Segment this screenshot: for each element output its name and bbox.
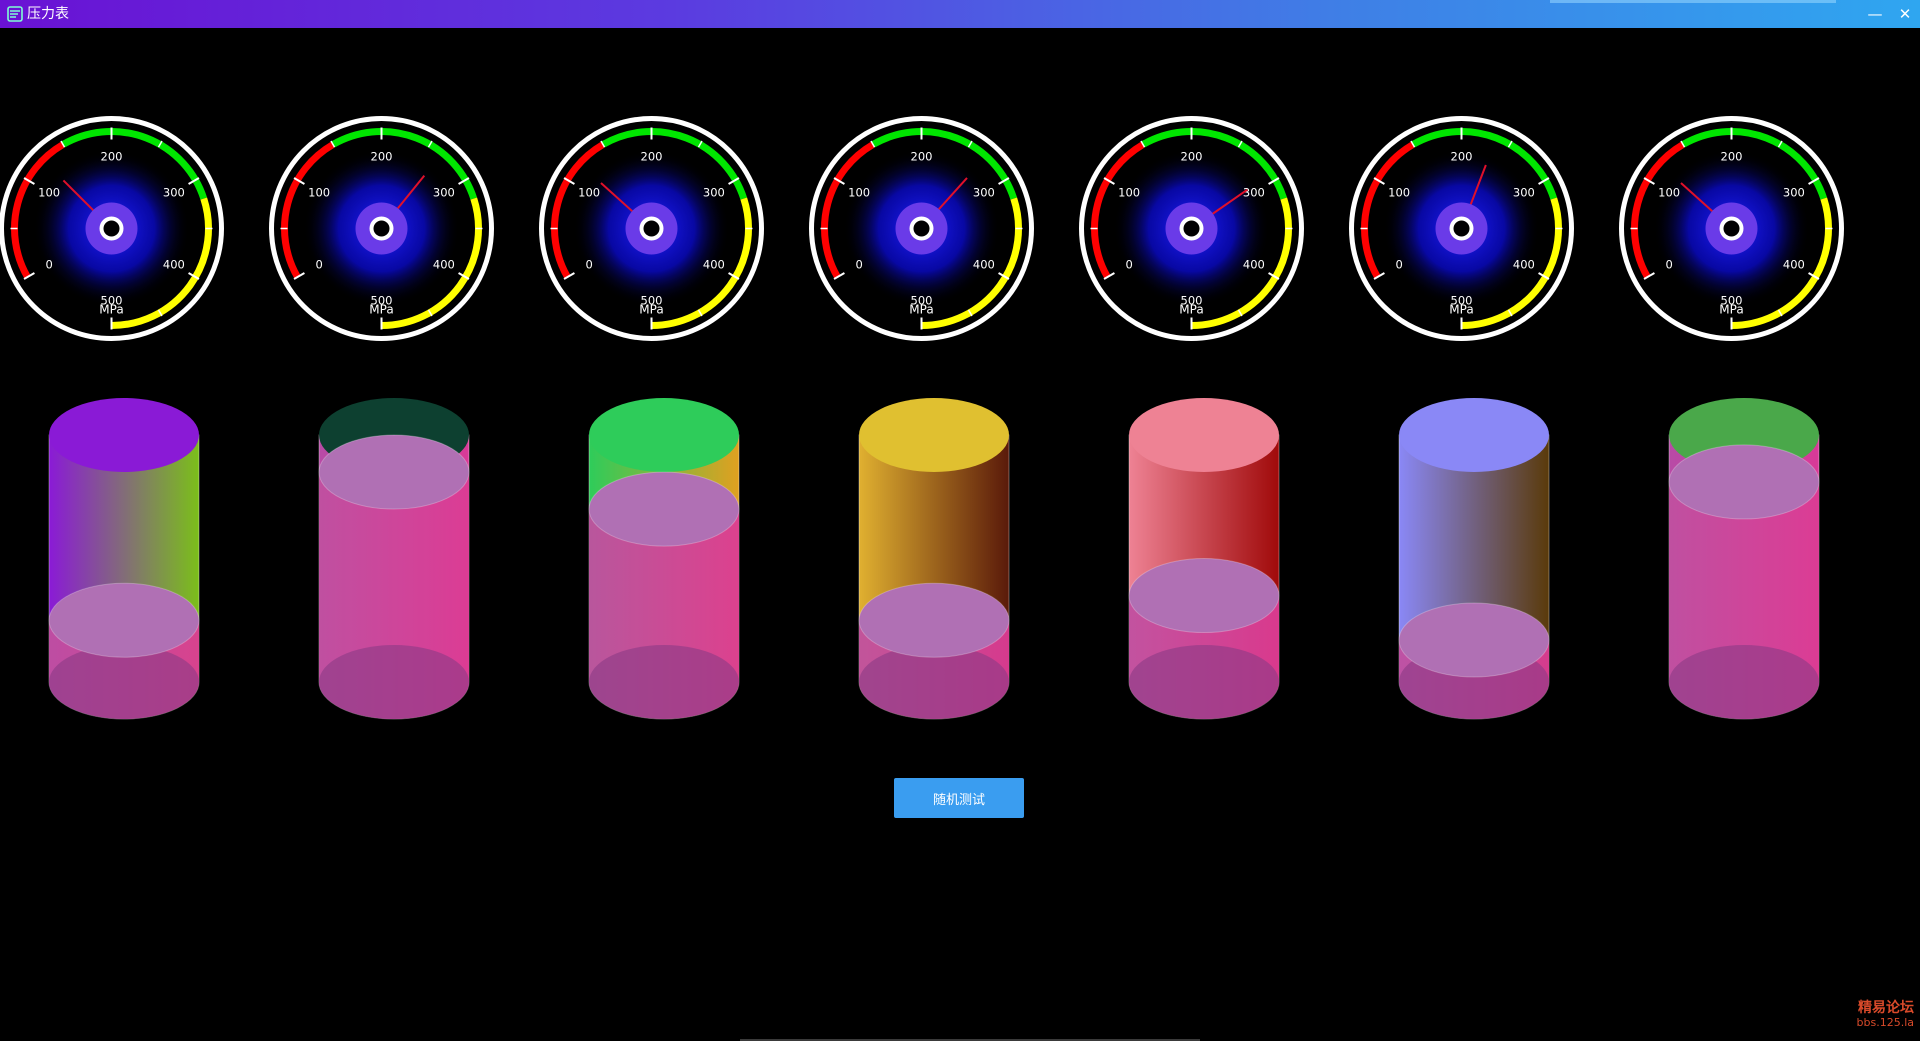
- title-bar-accent: [1550, 0, 1836, 3]
- gauge-tick-label: 200: [911, 150, 933, 164]
- gauge-tick-label: 300: [163, 186, 185, 200]
- cylinder-graphic: [1398, 398, 1550, 720]
- watermark-line-2: bbs.125.la: [1856, 1016, 1914, 1029]
- watermark-line-1: 精易论坛: [1858, 1000, 1914, 1016]
- gauge-unit-label: MPa: [909, 303, 933, 317]
- cylinder-tank-7: [1668, 397, 1820, 720]
- cylinder-liquid-surface: [588, 471, 740, 547]
- cylinder-graphic: [318, 398, 470, 720]
- cylinder-top-cap: [859, 398, 1009, 472]
- gauge-tick-label: 400: [973, 258, 995, 272]
- cylinder-graphic: [588, 398, 740, 720]
- gauge-tick-label: 200: [1181, 150, 1203, 164]
- gauge-tick-label: 300: [1243, 186, 1265, 200]
- cylinder-tank-4: [858, 397, 1010, 720]
- pressure-gauge-4: 0 100 200 300 400 500 MPa: [808, 115, 1035, 342]
- cylinder-graphic: [1668, 398, 1820, 720]
- gauge-tick-label: 100: [1118, 186, 1140, 200]
- gauge-tick-label: 0: [585, 258, 592, 272]
- gauge-tick-label: 0: [315, 258, 322, 272]
- gauge-unit-label: MPa: [369, 303, 393, 317]
- gauge-tick-label: 0: [45, 258, 52, 272]
- cylinder-bottom-shade: [319, 645, 469, 719]
- gauge-tick-label: 0: [1125, 258, 1132, 272]
- pressure-gauge-3: 0 100 200 300 400 500 MPa: [538, 115, 765, 342]
- gauge-unit-label: MPa: [639, 303, 663, 317]
- gauge-tick-label: 200: [1721, 150, 1743, 164]
- gauge-tick-label: 400: [433, 258, 455, 272]
- gauge-tick-label: 300: [1783, 186, 1805, 200]
- gauge-tick-label: 200: [641, 150, 663, 164]
- gauge-tick-label: 100: [308, 186, 330, 200]
- cylinder-tank-3: [588, 397, 740, 720]
- watermark: 精易论坛 bbs.125.la: [1844, 1000, 1914, 1029]
- gauge-unit-label: MPa: [1719, 303, 1743, 317]
- gauge-tick-label: 400: [1513, 258, 1535, 272]
- minimize-button[interactable]: —: [1860, 0, 1890, 28]
- gauge-face: 0100200300400500MPa: [1079, 116, 1304, 341]
- cylinder-liquid-surface: [318, 434, 470, 510]
- gauge-unit-label: MPa: [1449, 303, 1473, 317]
- cylinder-bottom-shade: [1129, 645, 1279, 719]
- gauge-face: 0100200300400500MPa: [809, 116, 1034, 341]
- gauge-tick-label: 400: [163, 258, 185, 272]
- gauge-tick-label: 200: [371, 150, 393, 164]
- cylinder-tank-1: [48, 397, 200, 720]
- gauge-tick-label: 300: [1513, 186, 1535, 200]
- cylinder-top-cap: [1129, 398, 1279, 472]
- gauge-tick-label: 100: [38, 186, 60, 200]
- gauge-unit-label: MPa: [1179, 303, 1203, 317]
- gauge-tick-label: 400: [1783, 258, 1805, 272]
- cylinder-tank-5: [1128, 397, 1280, 720]
- cylinder-top-cap: [1399, 398, 1549, 472]
- gauge-tick-label: 200: [1451, 150, 1473, 164]
- cylinder-liquid-surface: [1128, 558, 1280, 634]
- title-bar: 压力表 — ✕: [0, 0, 1920, 28]
- cylinder-tank-2: [318, 397, 470, 720]
- gauge-face: 0100200300400500MPa: [0, 116, 224, 341]
- pressure-gauge-6: 0 100 200 300 400 500 MPa: [1348, 115, 1575, 342]
- pressure-gauge-2: 0 100 200 300 400 500 MPa: [268, 115, 495, 342]
- cylinder-graphic: [858, 398, 1010, 720]
- gauge-face: 0100200300400500MPa: [1349, 116, 1574, 341]
- gauge-face: 0100200300400500MPa: [1619, 116, 1844, 341]
- gauge-tick-label: 0: [855, 258, 862, 272]
- gauge-tick-label: 100: [1658, 186, 1680, 200]
- cylinder-bottom-shade: [589, 645, 739, 719]
- gauge-tick-label: 100: [1388, 186, 1410, 200]
- gauge-tick-label: 100: [848, 186, 870, 200]
- gauge-tick-label: 100: [578, 186, 600, 200]
- cylinder-liquid-surface: [1398, 602, 1550, 678]
- close-button[interactable]: ✕: [1890, 0, 1920, 28]
- cylinder-bottom-shade: [1669, 645, 1819, 719]
- cylinder-top-cap: [589, 398, 739, 472]
- gauge-tick-label: 300: [433, 186, 455, 200]
- cylinder-liquid-surface: [48, 582, 200, 658]
- gauge-tick-label: 0: [1395, 258, 1402, 272]
- gauge-face: 0100200300400500MPa: [539, 116, 764, 341]
- gauge-tick-label: 400: [703, 258, 725, 272]
- cylinder-graphic: [48, 398, 200, 720]
- pressure-gauge-7: 0 100 200 300 400 500 MPa: [1618, 115, 1845, 342]
- cylinder-top-cap: [49, 398, 199, 472]
- pressure-gauge-1: 0 100 200 300 400 500 MPa: [0, 115, 225, 342]
- gauge-tick-label: 200: [101, 150, 123, 164]
- gauge-tick-label: 400: [1243, 258, 1265, 272]
- cylinder-graphic: [1128, 398, 1280, 720]
- gauge-face: 0100200300400500MPa: [269, 116, 494, 341]
- gauge-unit-label: MPa: [99, 303, 123, 317]
- gauge-tick-label: 300: [703, 186, 725, 200]
- gauge-tick-label: 300: [973, 186, 995, 200]
- pressure-gauge-5: 0 100 200 300 400 500 MPa: [1078, 115, 1305, 342]
- cylinder-liquid-surface: [1668, 444, 1820, 520]
- window-title: 压力表: [27, 6, 69, 22]
- random-test-button[interactable]: 随机测试: [894, 778, 1024, 818]
- cylinder-tank-6: [1398, 397, 1550, 720]
- gauge-tick-label: 0: [1665, 258, 1672, 272]
- app-icon: [7, 6, 23, 22]
- cylinder-liquid-surface: [858, 582, 1010, 658]
